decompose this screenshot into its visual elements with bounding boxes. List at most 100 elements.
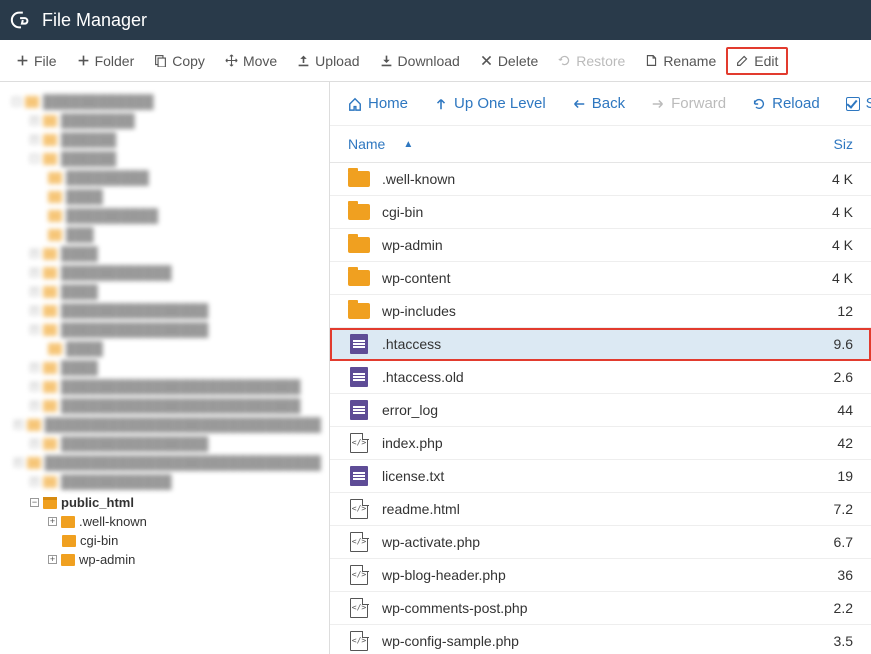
- nav-up-button[interactable]: Up One Level: [434, 95, 546, 112]
- file-row[interactable]: wp-includes12: [330, 295, 871, 328]
- file-size: 4 K: [825, 270, 853, 286]
- tree-node-public-html[interactable]: − public_html: [8, 493, 321, 512]
- file-size: 36: [825, 567, 853, 583]
- tree-node-cgi-bin[interactable]: cgi-bin: [8, 531, 321, 550]
- tree-label: cgi-bin: [80, 533, 118, 548]
- file-row[interactable]: index.php42: [330, 427, 871, 460]
- nav-home-button[interactable]: Home: [348, 95, 408, 112]
- file-size: 3.5: [825, 633, 853, 649]
- main-toolbar: File Folder Copy Move Upload Download De…: [0, 40, 871, 82]
- file-row[interactable]: wp-comments-post.php2.2: [330, 592, 871, 625]
- file-size: 7.2: [825, 501, 853, 517]
- col-label: Name: [348, 136, 385, 152]
- file-row[interactable]: error_log44: [330, 394, 871, 427]
- folder-icon: [62, 535, 76, 547]
- folder-icon: [61, 516, 75, 528]
- file-row[interactable]: wp-config-sample.php3.5: [330, 625, 871, 654]
- column-size-header[interactable]: Siz: [827, 136, 853, 152]
- file-row[interactable]: readme.html7.2: [330, 493, 871, 526]
- expand-icon[interactable]: +: [48, 517, 57, 526]
- rename-button[interactable]: Rename: [635, 47, 726, 75]
- copy-label: Copy: [172, 53, 205, 69]
- edit-label: Edit: [754, 53, 778, 69]
- download-button[interactable]: Download: [370, 47, 470, 75]
- delete-label: Delete: [498, 53, 538, 69]
- delete-button[interactable]: Delete: [470, 47, 548, 75]
- folder-icon: [348, 268, 370, 288]
- file-name: wp-admin: [382, 237, 825, 253]
- file-name: error_log: [382, 402, 825, 418]
- nav-select-all-button[interactable]: Select: [846, 95, 871, 112]
- tree-label: .well-known: [79, 514, 147, 529]
- file-size: 9.6: [825, 336, 853, 352]
- nav-select-label: Select: [866, 95, 871, 112]
- nav-back-button[interactable]: Back: [572, 95, 625, 112]
- file-name: wp-config-sample.php: [382, 633, 825, 649]
- rename-label: Rename: [663, 53, 716, 69]
- download-label: Download: [398, 53, 460, 69]
- file-row[interactable]: wp-content4 K: [330, 262, 871, 295]
- file-row[interactable]: cgi-bin4 K: [330, 196, 871, 229]
- file-panel: Home Up One Level Back Forward Reload Se…: [330, 82, 871, 654]
- tree-node-wp-admin[interactable]: + wp-admin: [8, 550, 321, 569]
- tree-visible-section: − public_html + .well-known cgi-bin + wp-ad…: [8, 493, 321, 569]
- new-folder-button[interactable]: Folder: [67, 47, 145, 75]
- file-size: 4 K: [825, 204, 853, 220]
- nav-reload-button[interactable]: Reload: [752, 95, 820, 112]
- expand-icon[interactable]: +: [48, 555, 57, 564]
- check-icon: [846, 97, 860, 111]
- file-name: index.php: [382, 435, 825, 451]
- file-size: 12: [825, 303, 853, 319]
- edit-button[interactable]: Edit: [726, 47, 788, 75]
- col-label: Siz: [834, 136, 853, 152]
- file-row[interactable]: .htaccess.old2.6: [330, 361, 871, 394]
- folder-icon: [348, 301, 370, 321]
- file-name: .htaccess: [382, 336, 825, 352]
- upload-icon: [297, 54, 310, 67]
- copy-button[interactable]: Copy: [144, 47, 215, 75]
- code-file-icon: [348, 565, 370, 585]
- move-label: Move: [243, 53, 277, 69]
- column-name-header[interactable]: Name ▲: [348, 136, 827, 152]
- code-file-icon: [348, 598, 370, 618]
- collapse-icon[interactable]: −: [30, 498, 39, 507]
- file-name: cgi-bin: [382, 204, 825, 220]
- column-headers: Name ▲ Siz: [330, 126, 871, 163]
- upload-button[interactable]: Upload: [287, 47, 369, 75]
- restore-label: Restore: [576, 53, 625, 69]
- move-button[interactable]: Move: [215, 47, 287, 75]
- file-row[interactable]: wp-admin4 K: [330, 229, 871, 262]
- file-size: 19: [825, 468, 853, 484]
- move-icon: [225, 54, 238, 67]
- file-name: readme.html: [382, 501, 825, 517]
- nav-bar: Home Up One Level Back Forward Reload Se…: [330, 82, 871, 126]
- file-name: wp-content: [382, 270, 825, 286]
- nav-up-label: Up One Level: [454, 95, 546, 112]
- document-icon: [348, 367, 370, 387]
- document-icon: [348, 400, 370, 420]
- home-icon: [348, 97, 362, 111]
- folder-open-icon: [43, 497, 57, 509]
- file-row[interactable]: wp-activate.php6.7: [330, 526, 871, 559]
- code-file-icon: [348, 433, 370, 453]
- new-file-button[interactable]: File: [6, 47, 67, 75]
- tree-label: wp-admin: [79, 552, 135, 567]
- file-name: wp-activate.php: [382, 534, 825, 550]
- back-arrow-icon: [572, 97, 586, 111]
- file-row[interactable]: .well-known4 K: [330, 163, 871, 196]
- up-arrow-icon: [434, 97, 448, 111]
- file-row[interactable]: wp-blog-header.php36: [330, 559, 871, 592]
- tree-node-well-known[interactable]: + .well-known: [8, 512, 321, 531]
- tree-label: public_html: [61, 495, 134, 510]
- file-name: wp-includes: [382, 303, 825, 319]
- plus-icon: [77, 54, 90, 67]
- file-row[interactable]: license.txt19: [330, 460, 871, 493]
- file-list: .well-known4 Kcgi-bin4 Kwp-admin4 Kwp-co…: [330, 163, 871, 654]
- folder-icon: [348, 235, 370, 255]
- document-icon: [348, 334, 370, 354]
- file-size: 2.6: [825, 369, 853, 385]
- code-file-icon: [348, 631, 370, 651]
- file-row[interactable]: .htaccess9.6: [330, 328, 871, 361]
- sort-asc-icon: ▲: [403, 139, 413, 150]
- cpanel-logo-icon: [10, 9, 32, 31]
